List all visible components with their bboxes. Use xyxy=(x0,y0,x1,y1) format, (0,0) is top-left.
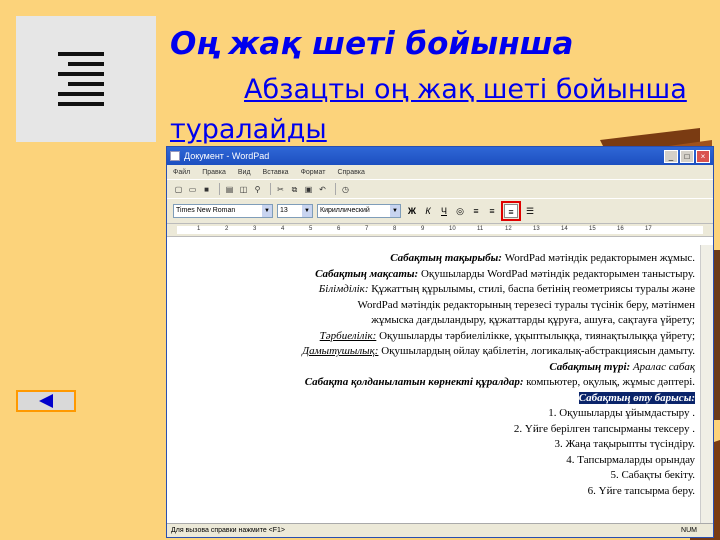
align-right-icon xyxy=(16,16,156,142)
list-item: 3. Жаңа тақырыпты түсіндіру. xyxy=(554,438,695,450)
slide-title: Оң жақ шеті бойынша xyxy=(170,26,574,62)
window-title: Документ - WordPad xyxy=(184,151,270,161)
list-item: 4. Тапсырмаларды орындау xyxy=(566,453,695,466)
save-icon[interactable]: ■ xyxy=(201,184,212,195)
menu-edit[interactable]: Правка xyxy=(202,169,226,176)
maximize-button[interactable]: □ xyxy=(680,149,694,163)
print-icon[interactable]: ▤ xyxy=(224,184,235,195)
minimize-button[interactable]: _ xyxy=(664,149,678,163)
doc-line: Дамытушылық: Оқушылардың ойлау қабілетін… xyxy=(302,345,695,357)
left-arrow-icon xyxy=(39,394,53,408)
undo-icon[interactable]: ↶ xyxy=(317,184,328,195)
num-lock-indicator: NUM xyxy=(681,527,697,534)
italic-button[interactable]: К xyxy=(421,204,435,218)
doc-line: жұмыска дағдыландыру, құжаттарды құруға,… xyxy=(371,314,695,326)
script-select[interactable]: Кириллический ▼ xyxy=(317,204,401,218)
bullets-button[interactable]: ☰ xyxy=(523,204,537,218)
doc-line: Білімділік: Құжаттың құрылымы, стилі, ба… xyxy=(318,283,695,295)
list-item: 5. Сабақты бекіту. xyxy=(610,469,695,481)
font-size-select[interactable]: 13 ▼ xyxy=(277,204,313,218)
paste-icon[interactable]: ▣ xyxy=(303,184,314,195)
cut-icon[interactable]: ✂ xyxy=(275,184,286,195)
doc-line-selected: Сабақтың өту барысы: xyxy=(578,391,695,404)
align-center-button[interactable]: ≡ xyxy=(485,204,499,218)
chevron-down-icon: ▼ xyxy=(390,205,400,217)
slide-subtitle: Абзацты оң жақ шеті бойынша туралайды xyxy=(170,74,687,145)
chevron-down-icon: ▼ xyxy=(262,205,272,217)
date-time-icon[interactable]: ◷ xyxy=(340,184,351,195)
menu-format[interactable]: Формат xyxy=(301,169,326,176)
list-item: 6. Үйге тапсырма беру. xyxy=(587,484,695,497)
menu-insert[interactable]: Вставка xyxy=(263,169,289,176)
ruler[interactable]: 1 2 3 4 5 6 7 8 9 10 11 12 13 14 15 16 1… xyxy=(167,223,713,237)
new-icon[interactable]: ▢ xyxy=(173,184,184,195)
status-bar: Для вызова справки нажмите <F1> NUM xyxy=(167,523,713,537)
open-icon[interactable]: ▭ xyxy=(187,184,198,195)
align-left-button[interactable]: ≡ xyxy=(469,204,483,218)
bold-button[interactable]: Ж xyxy=(405,204,419,218)
list-item: 2. Үйге берілген тапсырманы тексеру . xyxy=(513,422,695,435)
document-area[interactable]: Сабақтың тақырыбы: WordPad мәтіндік реда… xyxy=(167,245,701,523)
color-button[interactable]: ◎ xyxy=(453,204,467,218)
status-text: Для вызова справки нажмите <F1> xyxy=(171,527,285,534)
menu-help[interactable]: Справка xyxy=(337,169,364,176)
font-name-select[interactable]: Times New Roman ▼ xyxy=(173,204,273,218)
format-toolbar: Times New Roman ▼ 13 ▼ Кириллический ▼ Ж… xyxy=(167,198,713,223)
align-right-button[interactable]: ≡ xyxy=(501,201,521,221)
doc-line: WordPad мәтіндік редакторының терезесі т… xyxy=(357,298,696,311)
vertical-scrollbar[interactable] xyxy=(700,245,713,523)
chevron-down-icon: ▼ xyxy=(302,205,312,217)
find-icon[interactable]: ⚲ xyxy=(252,184,263,195)
close-button[interactable]: × xyxy=(696,149,710,163)
list-item: 1. Оқушыларды ұйымдастыру . xyxy=(548,407,695,419)
doc-line: Сабақта қолданылатын көрнекті құралдар: … xyxy=(304,376,695,388)
font-size-value: 13 xyxy=(280,207,288,214)
doc-line: Сабақтың мақсаты: Оқушыларды WordPad мәт… xyxy=(315,267,695,280)
menu-bar: Файл Правка Вид Вставка Формат Справка xyxy=(167,165,713,179)
wordpad-app-icon xyxy=(170,151,180,161)
copy-icon[interactable]: ⧉ xyxy=(289,184,300,195)
doc-line: Сабақтың түрі: Аралас сабақ xyxy=(549,360,695,373)
menu-file[interactable]: Файл xyxy=(173,169,190,176)
back-button[interactable] xyxy=(16,390,76,412)
window-titlebar: Документ - WordPad _ □ × xyxy=(167,147,713,165)
doc-line: Сабақтың тақырыбы: WordPad мәтіндік реда… xyxy=(390,252,695,264)
wordpad-window: Документ - WordPad _ □ × Файл Правка Вид… xyxy=(166,146,714,538)
doc-line: Тәрбиелілік: Оқушыларды тәрбиелілікке, ұ… xyxy=(319,329,695,342)
menu-view[interactable]: Вид xyxy=(238,169,251,176)
standard-toolbar: ▢ ▭ ■ ▤ ◫ ⚲ ✂ ⧉ ▣ ↶ ◷ xyxy=(167,179,713,198)
underline-button[interactable]: Ч xyxy=(437,204,451,218)
print-preview-icon[interactable]: ◫ xyxy=(238,184,249,195)
script-value: Кириллический xyxy=(320,207,370,214)
font-name-value: Times New Roman xyxy=(176,207,236,214)
